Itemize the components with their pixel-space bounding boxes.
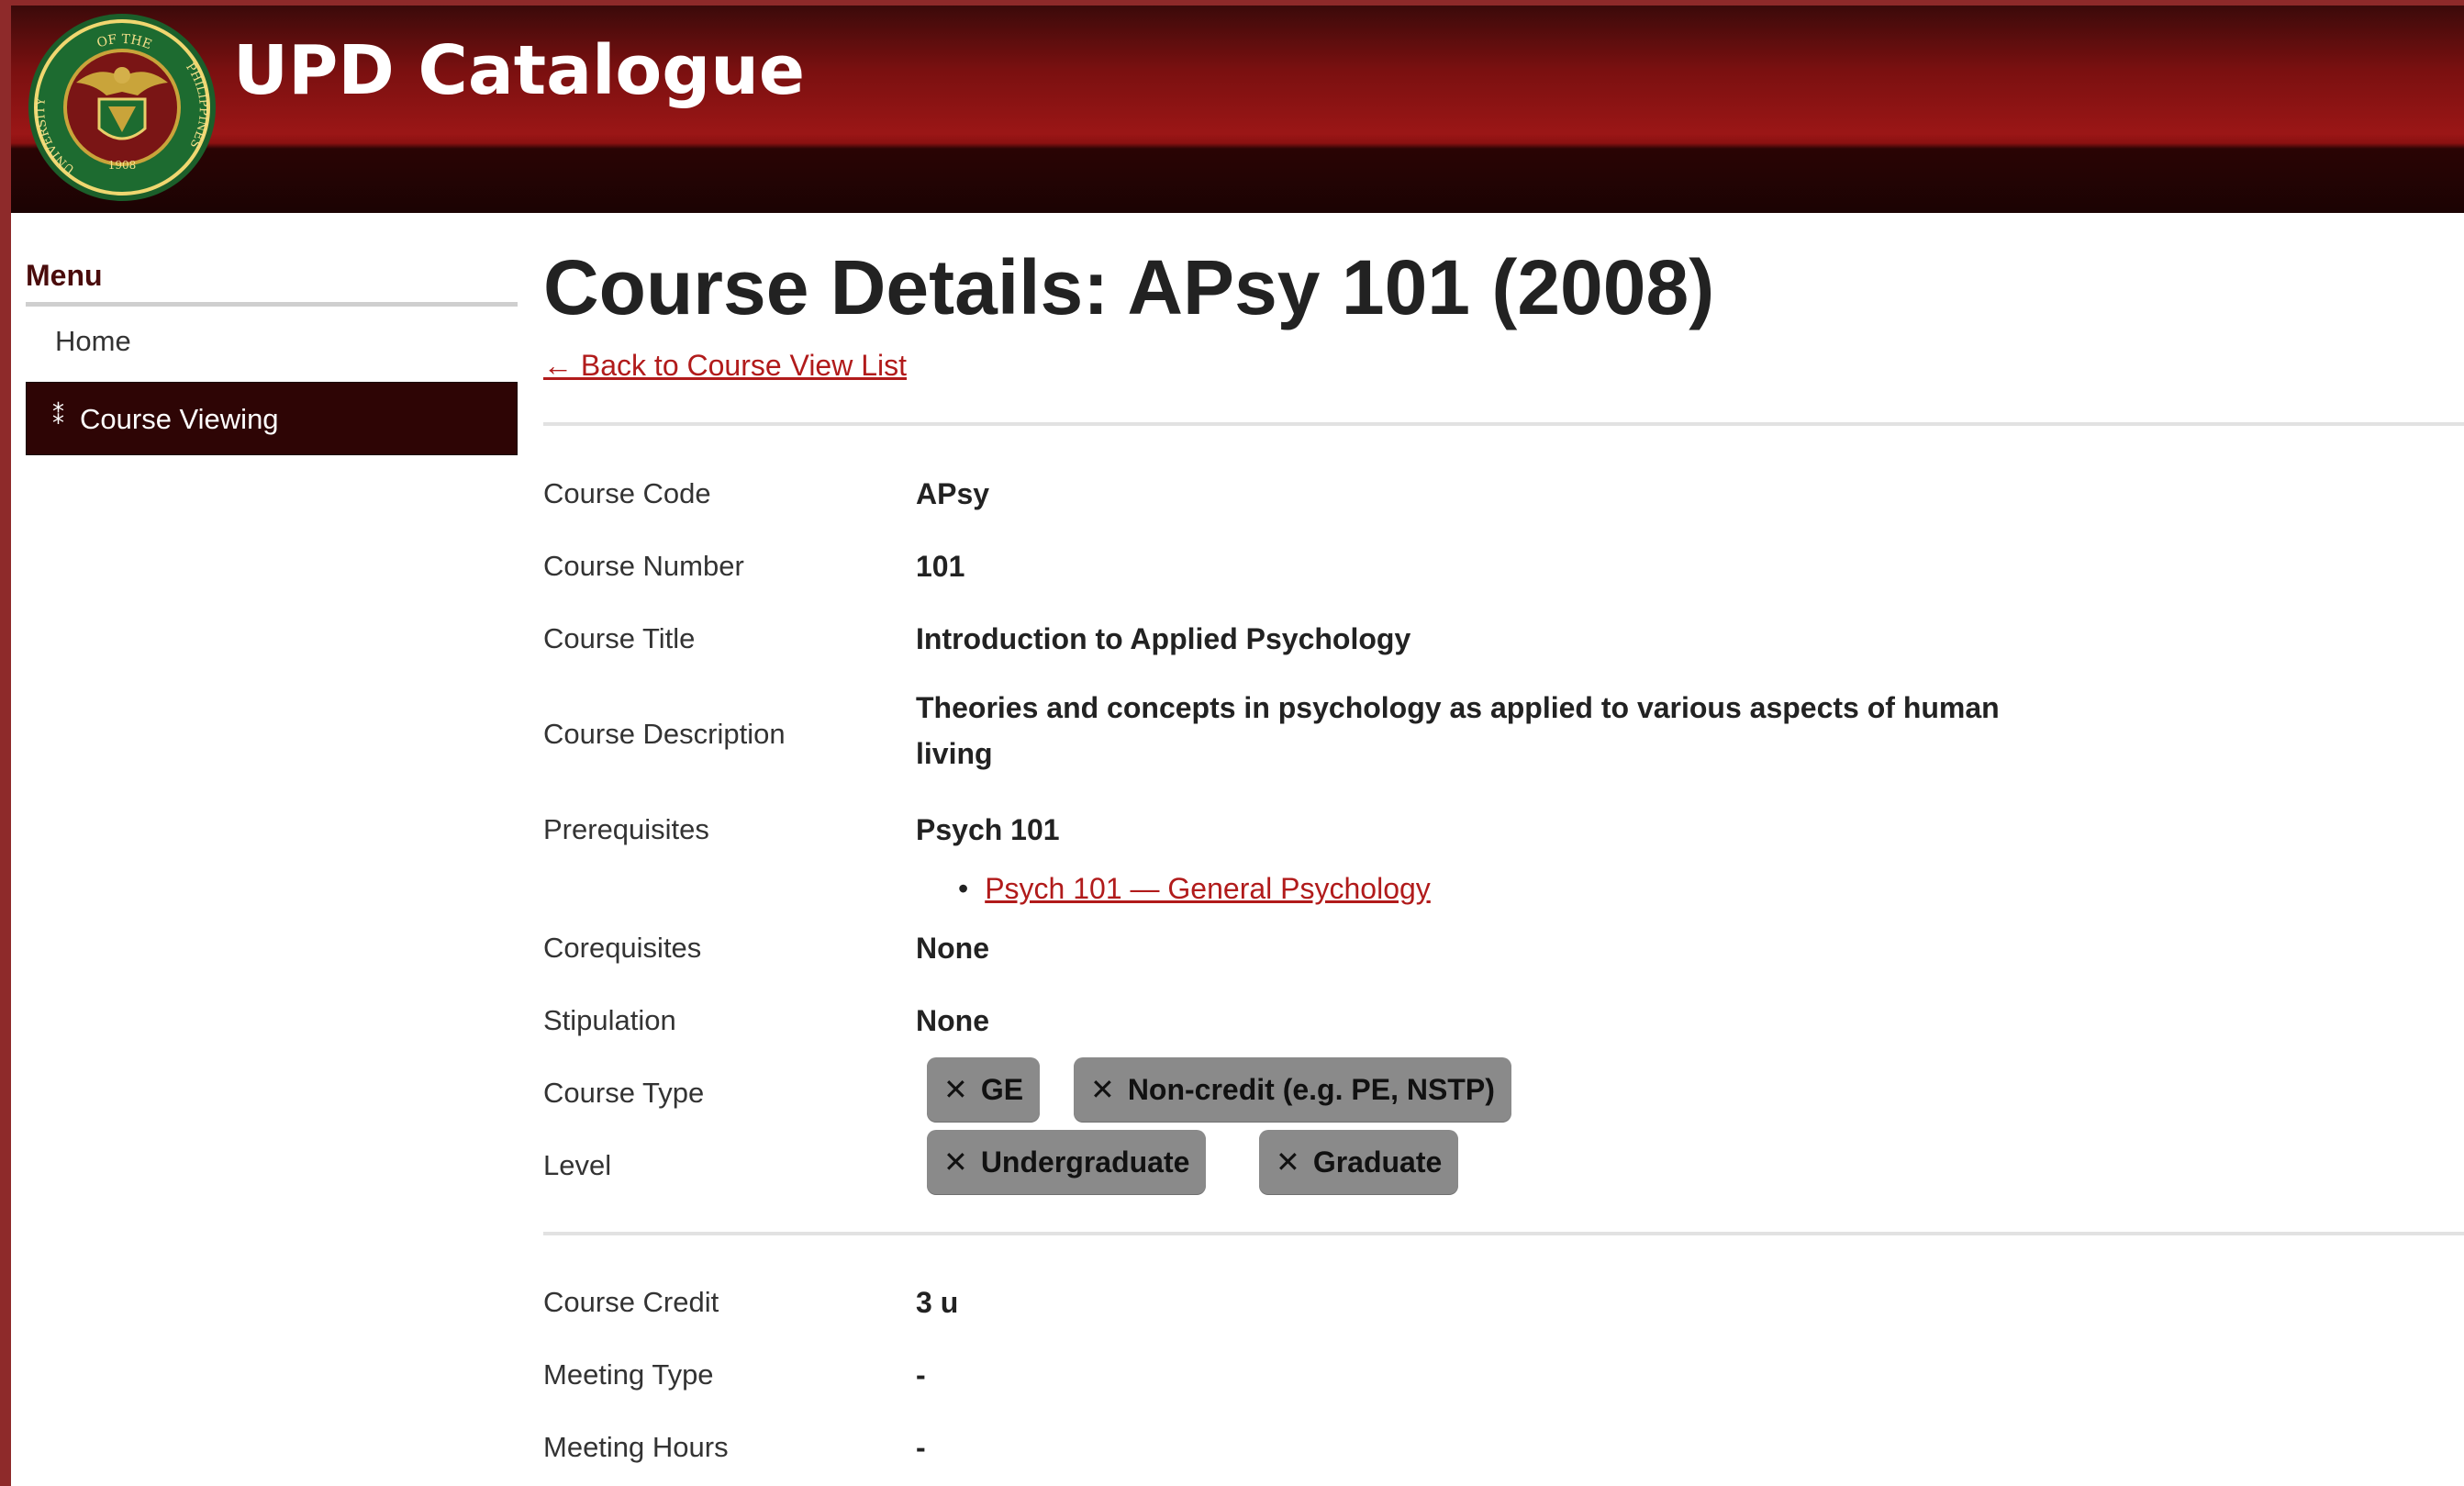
x-icon[interactable]: ✕ — [1276, 1145, 1300, 1179]
stipulation-value: None — [916, 1004, 989, 1037]
course-description-label: Course Description — [543, 718, 786, 750]
x-icon[interactable]: ✕ — [943, 1145, 968, 1179]
chip-label: Graduate — [1312, 1145, 1443, 1179]
app-title: UPD Catalogue — [233, 31, 806, 110]
course-number-label: Course Number — [543, 550, 744, 582]
seal-year: 1908 — [108, 159, 137, 172]
course-number-value: 101 — [916, 550, 965, 583]
prerequisite-list-item: • Psych 101 — General Psychology — [958, 872, 1431, 906]
back-to-course-list-link[interactable]: ← Back to Course View List — [543, 349, 907, 383]
course-code-label: Course Code — [543, 477, 711, 509]
course-credit-label: Course Credit — [543, 1286, 719, 1318]
stipulation-label: Stipulation — [543, 1004, 676, 1036]
course-type-chip[interactable]: ✕ GE — [927, 1057, 1041, 1122]
sidebar-item-label: Course Viewing — [80, 403, 279, 435]
course-description-value: Theories and concepts in psychology as a… — [916, 691, 2000, 770]
course-type-label: Course Type — [543, 1077, 705, 1109]
prerequisites-value: Psych 101 — [916, 813, 1060, 846]
menu-heading: Menu — [26, 253, 518, 307]
sidebar-item-home[interactable]: Home — [26, 307, 518, 376]
meeting-type-label: Meeting Type — [543, 1358, 714, 1391]
double-chevron-icon: ⁑ — [52, 402, 64, 430]
level-chip[interactable]: ✕ Graduate — [1259, 1130, 1459, 1194]
divider — [543, 1232, 2464, 1235]
chip-label: Non-credit (e.g. PE, NSTP) — [1127, 1073, 1495, 1106]
meeting-type-value: - — [916, 1358, 926, 1391]
course-title-label: Course Title — [543, 622, 696, 654]
corequisites-value: None — [916, 932, 989, 965]
course-credit-value: 3 u — [916, 1286, 959, 1319]
prerequisites-label: Prerequisites — [543, 813, 709, 845]
level-chip[interactable]: ✕ Undergraduate — [927, 1130, 1207, 1194]
meeting-hours-value: - — [916, 1431, 926, 1464]
chip-label: GE — [980, 1073, 1024, 1106]
x-icon[interactable]: ✕ — [943, 1073, 968, 1106]
sidebar: Menu Home ⁑ Course Viewing — [26, 253, 518, 455]
main-content: Course Details: APsy 101 (2008) ← Back t… — [543, 237, 2464, 1464]
divider — [543, 422, 2464, 426]
prerequisite-link[interactable]: Psych 101 — General Psychology — [985, 872, 1431, 905]
x-icon[interactable]: ✕ — [1090, 1073, 1115, 1106]
sidebar-item-label: Home — [55, 325, 131, 357]
bullet: • — [958, 872, 969, 905]
course-code-value: APsy — [916, 477, 990, 510]
meeting-hours-label: Meeting Hours — [543, 1431, 729, 1463]
course-title-value: Introduction to Applied Psychology — [916, 622, 1411, 655]
corequisites-label: Corequisites — [543, 932, 702, 964]
page: OF THE UNIVERSITY PHILIPPINES 1908 UPD C… — [11, 0, 2464, 1486]
level-label: Level — [543, 1149, 612, 1181]
page-title: Course Details: APsy 101 (2008) — [543, 244, 1715, 330]
header: OF THE UNIVERSITY PHILIPPINES 1908 UPD C… — [11, 0, 2464, 213]
university-seal-icon: OF THE UNIVERSITY PHILIPPINES 1908 — [28, 14, 216, 201]
chip-label: Undergraduate — [980, 1145, 1190, 1179]
sidebar-item-course-viewing[interactable]: ⁑ Course Viewing — [26, 382, 518, 455]
course-type-chip[interactable]: ✕ Non-credit (e.g. PE, NSTP) — [1074, 1057, 1511, 1122]
